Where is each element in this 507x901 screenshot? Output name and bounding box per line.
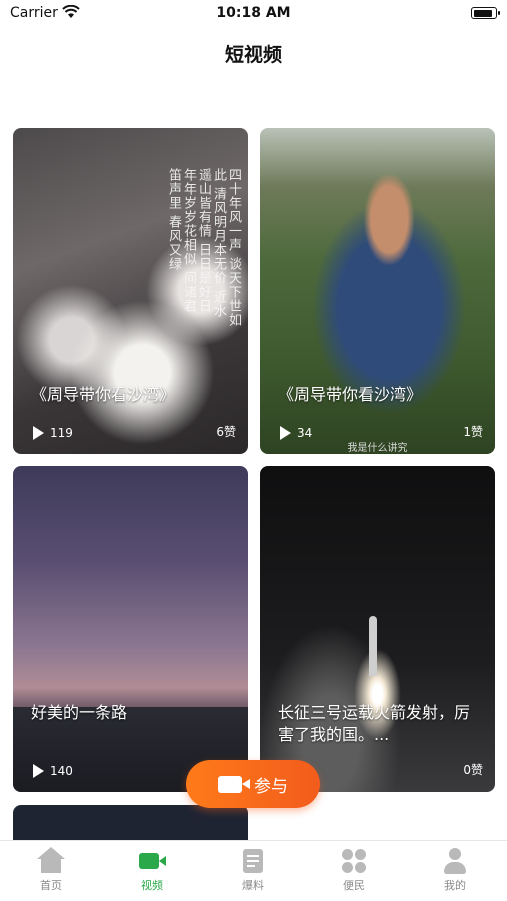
tab-label: 便民 bbox=[343, 879, 365, 892]
view-count-value: 34 bbox=[297, 426, 313, 440]
tab-label: 视频 bbox=[141, 879, 163, 892]
video-title: 《周导带你看沙湾》 bbox=[278, 385, 423, 404]
poem-overlay: 四十年风一声 谈天下世如此 清风明月本无价 近水遥山皆有情 日日是好日 年年岁岁… bbox=[166, 168, 241, 328]
video-card[interactable]: 长征三号运载火箭发射，厉害了我的国。... 0赞 bbox=[260, 466, 495, 792]
play-icon bbox=[280, 426, 291, 440]
like-count: 0赞 bbox=[463, 763, 483, 777]
status-bar: Carrier 10:18 AM bbox=[0, 0, 507, 28]
tab-label: 我的 bbox=[444, 879, 466, 892]
tab-home[interactable]: 首页 bbox=[21, 847, 81, 893]
tab-bar: 首页 视频 爆料 便民 我的 bbox=[0, 840, 507, 901]
video-camera-icon bbox=[218, 775, 250, 793]
video-card[interactable]: 好美的一条路 140 bbox=[13, 466, 248, 792]
join-button[interactable]: 参与 bbox=[186, 760, 320, 808]
rocket-graphic bbox=[369, 616, 377, 676]
video-card[interactable]: 四十年风一声 谈天下世如此 清风明月本无价 近水遥山皆有情 日日是好日 年年岁岁… bbox=[13, 128, 248, 454]
play-icon bbox=[33, 426, 44, 440]
video-subtitle: 我是什么讲究 bbox=[347, 443, 408, 454]
tab-report[interactable]: 爆料 bbox=[223, 847, 283, 893]
tab-me[interactable]: 我的 bbox=[425, 847, 485, 893]
view-count-value: 140 bbox=[50, 764, 73, 778]
tab-label: 爆料 bbox=[242, 879, 264, 892]
view-count: 119 bbox=[33, 426, 73, 440]
like-count: 1赞 bbox=[463, 425, 483, 439]
tab-label: 首页 bbox=[40, 879, 62, 892]
grid-icon bbox=[340, 847, 368, 875]
view-count-value: 119 bbox=[50, 426, 73, 440]
clock-label: 10:18 AM bbox=[216, 5, 291, 21]
tab-video[interactable]: 视频 bbox=[122, 847, 182, 893]
document-icon bbox=[239, 847, 267, 875]
tab-services[interactable]: 便民 bbox=[324, 847, 384, 893]
video-title: 好美的一条路 bbox=[31, 703, 128, 722]
video-card[interactable] bbox=[13, 805, 248, 845]
user-icon bbox=[441, 847, 469, 875]
join-button-label: 参与 bbox=[254, 776, 288, 797]
home-icon bbox=[37, 847, 65, 875]
page-title: 短视频 bbox=[224, 44, 282, 66]
like-count: 6赞 bbox=[216, 425, 236, 439]
view-count: 34 bbox=[280, 426, 312, 440]
video-title: 《周导带你看沙湾》 bbox=[31, 385, 176, 404]
video-title: 长征三号运载火箭发射，厉害了我的国。... bbox=[278, 703, 471, 744]
video-icon bbox=[138, 847, 166, 875]
video-card[interactable]: 《周导带你看沙湾》 34 1赞 我是什么讲究 bbox=[260, 128, 495, 454]
battery-icon bbox=[471, 7, 500, 19]
play-icon bbox=[33, 764, 44, 778]
view-count: 140 bbox=[33, 764, 73, 778]
